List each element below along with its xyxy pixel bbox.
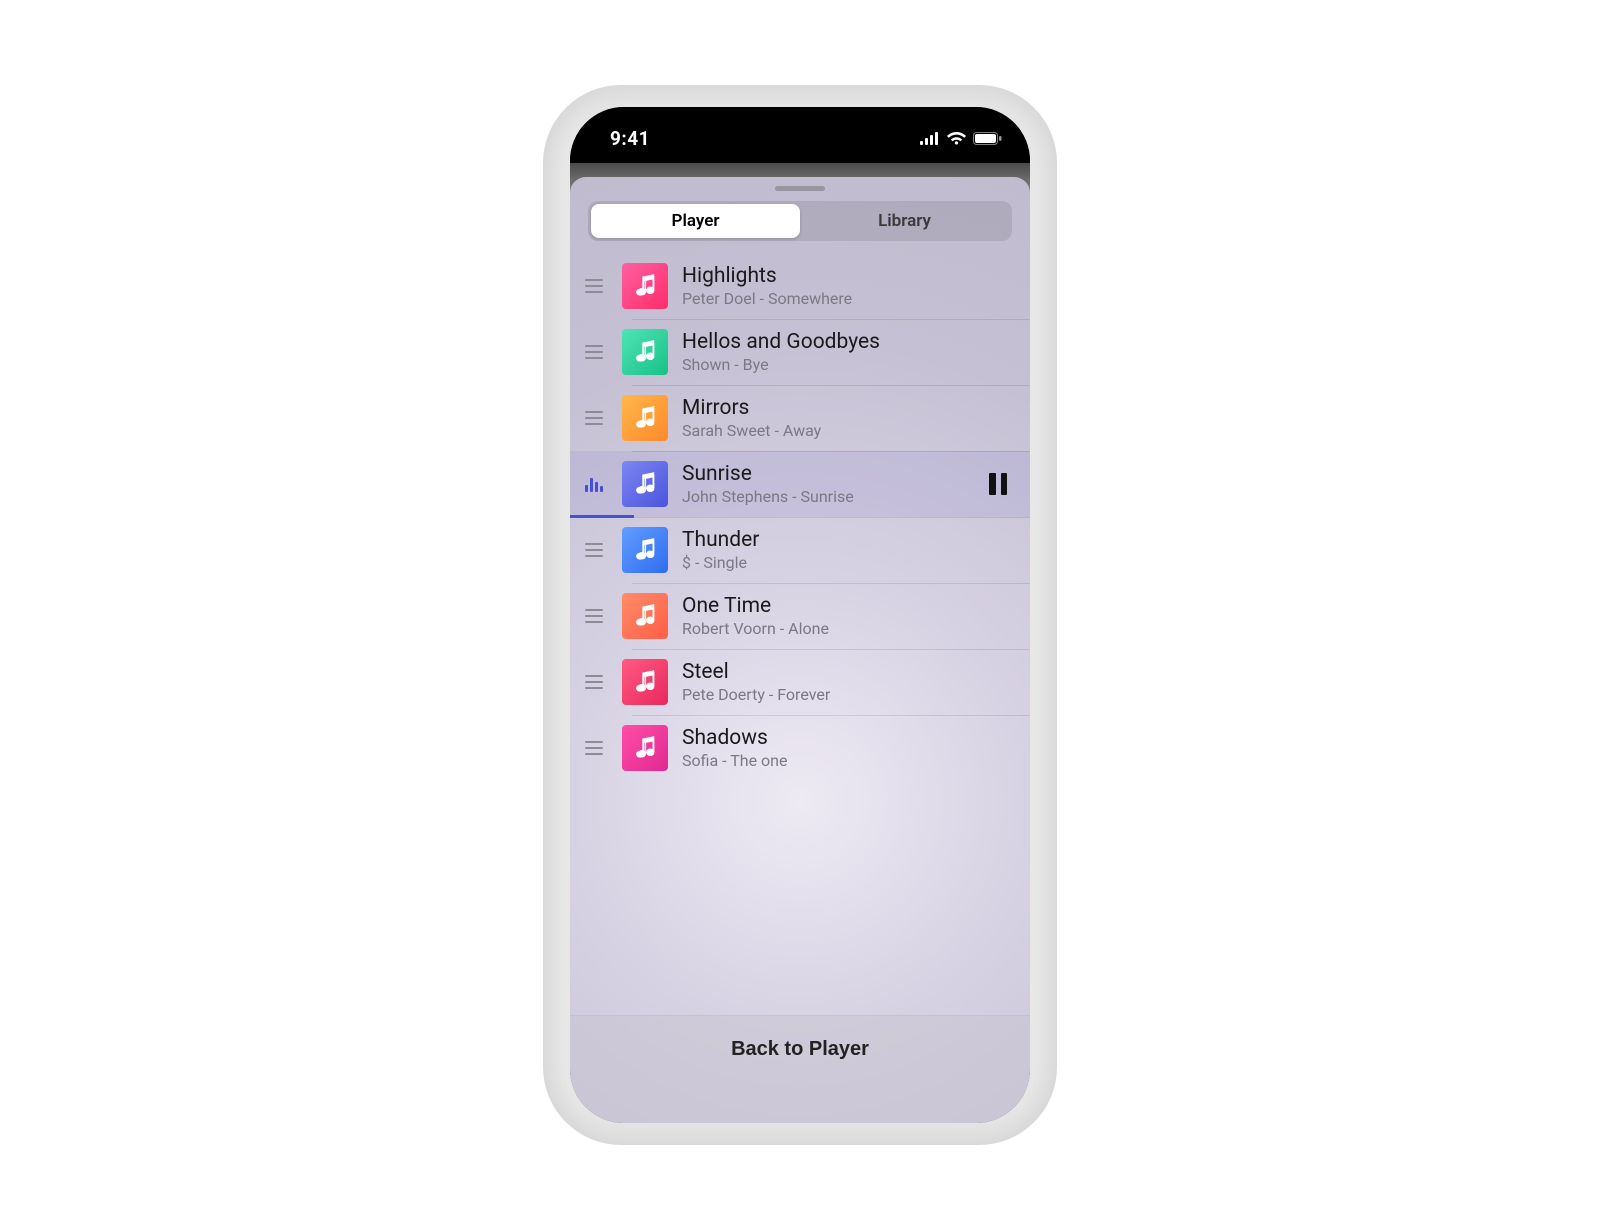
- screen: 9:41 Player Library Highlights Peter Doel…: [570, 107, 1030, 1123]
- song-list[interactable]: Highlights Peter Doel - Somewhere Hellos a…: [570, 253, 1030, 1015]
- drag-handle-icon[interactable]: [580, 279, 608, 293]
- song-title: One Time: [682, 594, 970, 618]
- song-meta: Sunrise John Stephens - Sunrise: [682, 462, 970, 507]
- song-row[interactable]: Steel Pete Doerty - Forever: [570, 649, 1030, 715]
- song-meta: Steel Pete Doerty - Forever: [682, 660, 970, 705]
- song-artwork: [622, 461, 668, 507]
- now-playing-eq-icon: [580, 476, 608, 492]
- song-subtitle: $ - Single: [682, 554, 970, 572]
- song-title: Steel: [682, 660, 970, 684]
- notch: [690, 107, 910, 141]
- pause-button[interactable]: [984, 473, 1012, 495]
- song-title: Sunrise: [682, 462, 970, 486]
- sheet: Player Library Highlights Peter Doel - So…: [570, 177, 1030, 1123]
- song-meta: Thunder $ - Single: [682, 528, 970, 573]
- song-subtitle: John Stephens - Sunrise: [682, 488, 970, 506]
- song-row[interactable]: Sunrise John Stephens - Sunrise: [570, 451, 1030, 517]
- status-time: 9:41: [610, 127, 650, 150]
- sheet-grabber[interactable]: [775, 186, 825, 191]
- song-meta: One Time Robert Voorn - Alone: [682, 594, 970, 639]
- drag-handle-icon[interactable]: [580, 411, 608, 425]
- drag-handle-icon[interactable]: [580, 741, 608, 755]
- song-row[interactable]: Shadows Sofia - The one: [570, 715, 1030, 781]
- song-row[interactable]: Hellos and Goodbyes Shown - Bye: [570, 319, 1030, 385]
- song-title: Hellos and Goodbyes: [682, 330, 970, 354]
- battery-icon: [973, 132, 1002, 145]
- song-title: Shadows: [682, 726, 970, 750]
- song-meta: Mirrors Sarah Sweet - Away: [682, 396, 970, 441]
- song-artwork: [622, 527, 668, 573]
- playback-progress: [570, 515, 634, 518]
- song-title: Mirrors: [682, 396, 970, 420]
- drag-handle-icon[interactable]: [580, 345, 608, 359]
- song-artwork: [622, 263, 668, 309]
- song-meta: Hellos and Goodbyes Shown - Bye: [682, 330, 970, 375]
- song-row[interactable]: One Time Robert Voorn - Alone: [570, 583, 1030, 649]
- song-subtitle: Pete Doerty - Forever: [682, 686, 970, 704]
- drag-handle-icon[interactable]: [580, 543, 608, 557]
- back-to-player-button[interactable]: Back to Player: [731, 1038, 869, 1061]
- song-row[interactable]: Highlights Peter Doel - Somewhere: [570, 253, 1030, 319]
- song-subtitle: Robert Voorn - Alone: [682, 620, 970, 638]
- song-subtitle: Sarah Sweet - Away: [682, 422, 970, 440]
- cellular-icon: [920, 132, 940, 145]
- song-artwork: [622, 659, 668, 705]
- wifi-icon: [947, 132, 966, 145]
- song-title: Highlights: [682, 264, 970, 288]
- drag-handle-icon[interactable]: [580, 609, 608, 623]
- pause-icon: [989, 473, 1007, 495]
- song-artwork: [622, 395, 668, 441]
- song-artwork: [622, 329, 668, 375]
- song-subtitle: Shown - Bye: [682, 356, 970, 374]
- song-artwork: [622, 593, 668, 639]
- tab-library[interactable]: Library: [800, 204, 1009, 238]
- segmented-control: Player Library: [588, 201, 1012, 241]
- song-title: Thunder: [682, 528, 970, 552]
- phone-frame: 9:41 Player Library Highlights Peter Doel…: [543, 85, 1057, 1145]
- drag-handle-icon[interactable]: [580, 675, 608, 689]
- song-subtitle: Peter Doel - Somewhere: [682, 290, 970, 308]
- song-subtitle: Sofia - The one: [682, 752, 970, 770]
- song-meta: Shadows Sofia - The one: [682, 726, 970, 771]
- song-meta: Highlights Peter Doel - Somewhere: [682, 264, 970, 309]
- song-row[interactable]: Mirrors Sarah Sweet - Away: [570, 385, 1030, 451]
- song-artwork: [622, 725, 668, 771]
- status-indicators: [920, 132, 1002, 145]
- sheet-footer: Back to Player: [570, 1015, 1030, 1123]
- song-row[interactable]: Thunder $ - Single: [570, 517, 1030, 583]
- tab-player[interactable]: Player: [591, 204, 800, 238]
